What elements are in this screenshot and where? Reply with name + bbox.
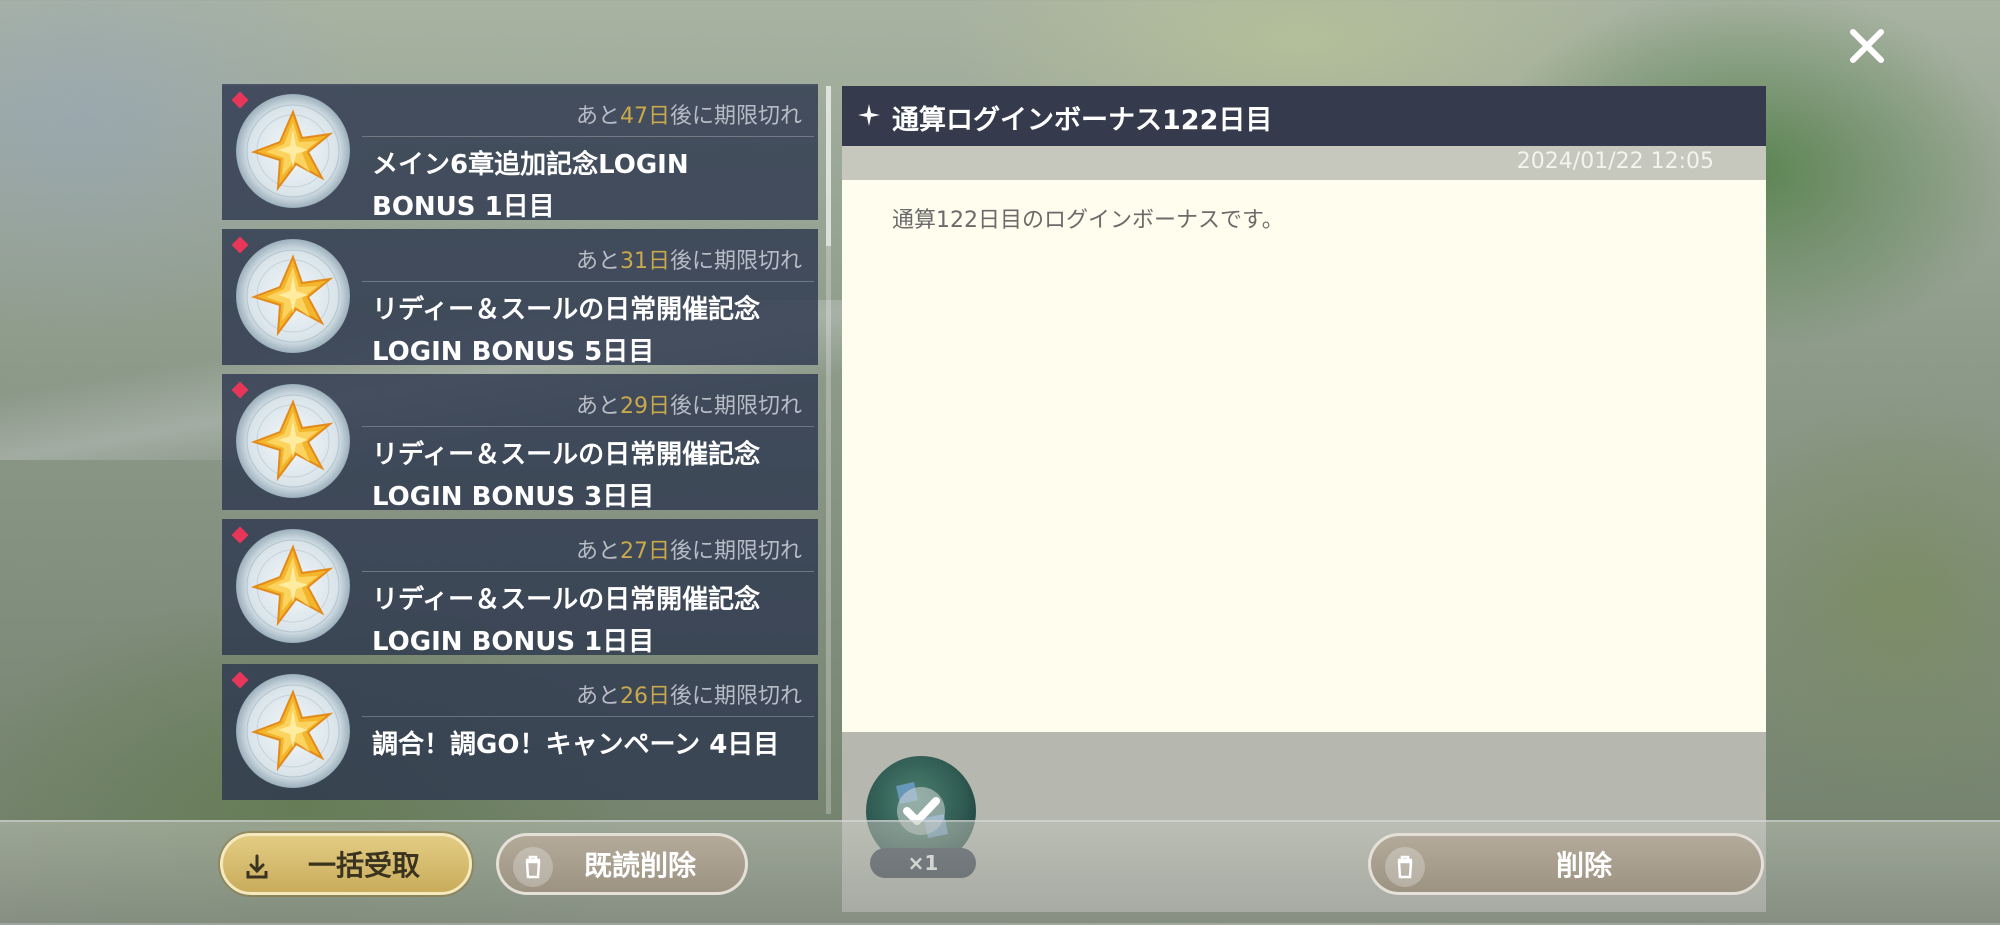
trash-icon [513, 847, 553, 887]
item-divider [362, 281, 814, 282]
expiry-prefix: あと [575, 684, 620, 709]
mail-list-item[interactable]: あと26日後に期限切れ調合！調GO！キャンペーン 4日目 [222, 664, 818, 800]
expiry-suffix: 後に期限切れ [669, 249, 802, 274]
delete-read-button[interactable]: 既読削除 [496, 833, 748, 895]
receive-all-label: 一括受取 [307, 849, 420, 882]
mail-title-line: メイン6章追加記念LOGIN [372, 150, 689, 180]
mail-list[interactable]: あと47日後に期限切れ メイン6章追加記念LOGIN BONUS 1日目 あと31日後… [222, 84, 818, 814]
expiry-days: 47日 [619, 104, 670, 129]
scrollbar-thumb[interactable] [826, 86, 831, 246]
detail-date-bar: 2024/01/22 12:05 [842, 146, 1766, 180]
mail-list-item[interactable]: あと27日後に期限切れリディー＆スールの日常開催記念 LOGIN BONUS 1日… [222, 519, 818, 657]
delete-label: 削除 [1555, 849, 1612, 882]
expiry-days: 27日 [619, 539, 670, 564]
mail-title: リディー＆スールの日常開催記念 LOGIN BONUS 5日目 [372, 289, 802, 373]
expiry-prefix: あと [575, 104, 620, 129]
detail-title: 通算ログインボーナス122日目 [892, 105, 1273, 136]
mail-title-line: BONUS 1日目 [372, 192, 555, 222]
mail-title-line: 調合！調GO！キャンペーン 4日目 [372, 730, 780, 760]
delete-read-label: 既読削除 [583, 849, 696, 882]
expiry-text: あと47日後に期限切れ [576, 98, 802, 130]
detail-message: 通算122日目のログインボーナスです。 [892, 208, 1284, 233]
expiry-prefix: あと [575, 249, 620, 274]
login-bonus-star-icon [236, 674, 350, 788]
expiry-days: 29日 [619, 394, 670, 419]
expiry-prefix: あと [575, 394, 620, 419]
close-icon [1850, 29, 1884, 63]
mail-list-item[interactable]: あと29日後に期限切れリディー＆スールの日常開催記念 LOGIN BONUS 3日… [222, 374, 818, 512]
expiry-text: あと31日後に期限切れ [576, 243, 802, 275]
expiry-text: あと26日後に期限切れ [576, 678, 802, 710]
mail-detail-panel: 通算ログインボーナス122日目 2024/01/22 12:05 通算122日目… [842, 86, 1766, 912]
mail-title: リディー＆スールの日常開催記念 LOGIN BONUS 3日目 [372, 434, 802, 518]
mail-title-line: リディー＆スールの日常開催記念 [372, 585, 761, 615]
expiry-suffix: 後に期限切れ [669, 394, 802, 419]
expiry-text: あと27日後に期限切れ [576, 533, 802, 565]
item-divider [362, 571, 814, 572]
mail-list-item[interactable]: あと47日後に期限切れメイン6章追加記念LOGIN BONUS 1日目 [222, 84, 818, 222]
sparkle-icon [858, 104, 880, 126]
mail-title-line: LOGIN BONUS 1日目 [372, 627, 655, 657]
login-bonus-star-icon [236, 239, 350, 353]
item-divider [362, 426, 814, 427]
expiry-suffix: 後に期限切れ [669, 539, 802, 564]
login-bonus-star-icon [236, 529, 350, 643]
mail-title-line: LOGIN BONUS 5日目 [372, 337, 655, 367]
mail-title: 調合！調GO！キャンペーン 4日目 [372, 724, 802, 766]
mail-title-line: LOGIN BONUS 3日目 [372, 482, 655, 512]
detail-date: 2024/01/22 12:05 [1516, 149, 1714, 174]
expiry-suffix: 後に期限切れ [669, 104, 802, 129]
detail-header: 通算ログインボーナス122日目 [842, 86, 1766, 146]
expiry-suffix: 後に期限切れ [669, 684, 802, 709]
delete-button[interactable]: 削除 [1368, 833, 1764, 895]
mail-title: リディー＆スールの日常開催記念 LOGIN BONUS 1日目 [372, 579, 802, 663]
mail-title-line: リディー＆スールの日常開催記念 [372, 295, 761, 325]
receive-all-button[interactable]: 一括受取 [220, 833, 472, 895]
close-button[interactable] [1845, 24, 1889, 68]
expiry-days: 31日 [619, 249, 670, 274]
expiry-text: あと29日後に期限切れ [576, 388, 802, 420]
mail-title-line: リディー＆スールの日常開催記念 [372, 440, 761, 470]
mail-list-scrollbar[interactable] [826, 86, 831, 814]
login-bonus-star-icon [236, 94, 350, 208]
download-icon [237, 847, 277, 887]
mail-list-item[interactable]: あと31日後に期限切れリディー＆スールの日常開催記念 LOGIN BONUS 5日… [222, 229, 818, 367]
item-divider [362, 716, 814, 717]
expiry-prefix: あと [575, 539, 620, 564]
expiry-days: 26日 [619, 684, 670, 709]
item-divider [362, 136, 814, 137]
detail-body: 通算122日目のログインボーナスです。 [842, 180, 1766, 732]
trash-icon [1385, 847, 1425, 887]
login-bonus-star-icon [236, 384, 350, 498]
mail-title: メイン6章追加記念LOGIN BONUS 1日目 [372, 144, 802, 228]
